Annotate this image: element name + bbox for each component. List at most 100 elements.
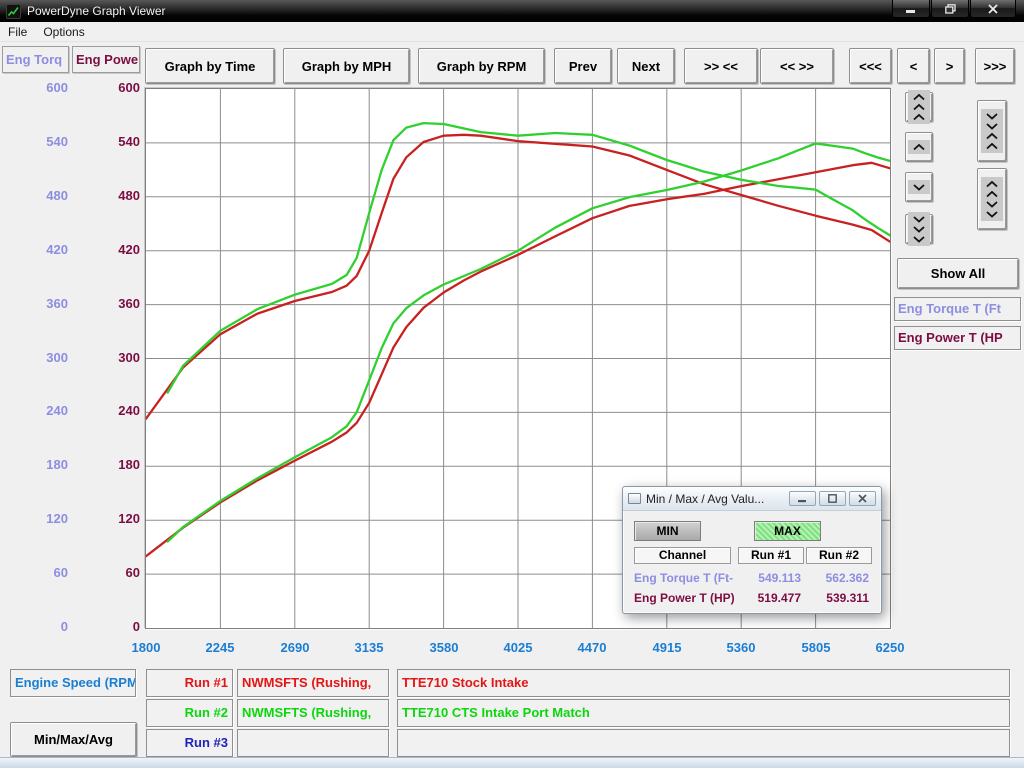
title-bar[interactable]: PowerDyne Graph Viewer (0, 0, 1024, 22)
toolbar-button-[interactable]: >>> (975, 48, 1015, 84)
chevron-up-icon (908, 140, 930, 154)
x-axis-label: 1800 (109, 640, 183, 655)
y-axis-power-label: 60 (90, 565, 140, 580)
x-axis-label: 3135 (332, 640, 406, 655)
x-axis-label: 4025 (481, 640, 555, 655)
restore-button[interactable] (931, 0, 969, 18)
legend-run-label: Run #1 (146, 669, 233, 697)
dialog-power-run2-max: 539.311 (809, 591, 869, 605)
chevron-converge-icon (981, 109, 1003, 153)
chevron-triple-up-icon (908, 90, 930, 124)
y-axis-torque-label: 300 (18, 350, 68, 365)
dialog-col-run1: Run #1 (738, 547, 804, 564)
y-axis-torque-label: 420 (18, 242, 68, 257)
menu-bar: File Options (0, 22, 1024, 42)
dialog-row-power-channel: Eng Power T (HP) (634, 591, 734, 605)
app-icon (6, 4, 21, 19)
menu-options[interactable]: Options (35, 23, 92, 41)
legend-run-label: Run #3 (146, 729, 233, 757)
toolbar-button-[interactable]: < (897, 48, 930, 84)
chevron-up-button[interactable] (905, 132, 933, 162)
x-axis-label: 4470 (555, 640, 629, 655)
toolbar-button-[interactable]: << >> (760, 48, 834, 84)
dialog-row-torque-channel: Eng Torque T (Ft- (634, 571, 734, 585)
dialog-col-run2: Run #2 (806, 547, 872, 564)
dialog-col-channel: Channel (634, 547, 731, 564)
y-axis-power-label: 120 (90, 511, 140, 526)
x-axis-label: 5360 (704, 640, 778, 655)
y-axis-torque-label: 480 (18, 188, 68, 203)
toolbar-button-graph-by-mph[interactable]: Graph by MPH (283, 48, 410, 84)
x-axis-label: 2690 (258, 640, 332, 655)
y-axis-power-label: 0 (90, 619, 140, 634)
toolbar-button-prev[interactable]: Prev (554, 48, 612, 84)
x-channel-box[interactable]: Engine Speed (RPM) (10, 669, 136, 697)
legend-comment-box: NWMSFTS (Rushing, (237, 669, 389, 697)
y-axis-torque-label: 60 (18, 565, 68, 580)
chevron-down-button[interactable] (905, 172, 933, 202)
y-axis-torque-label: 240 (18, 403, 68, 418)
toolbar-button-[interactable]: >> << (684, 48, 758, 84)
chevron-triple-up-button[interactable] (905, 92, 933, 122)
x-axis-label: 6250 (853, 640, 927, 655)
toolbar-button-graph-by-time[interactable]: Graph by Time (145, 48, 275, 84)
y-axis-power-label: 420 (90, 242, 140, 257)
minmax-dialog[interactable]: Min / Max / Avg Valu... MIN MAX Channel … (622, 486, 882, 614)
chevron-down-icon (908, 180, 930, 194)
dialog-minimize-button[interactable] (789, 491, 816, 506)
y-axis-power-label: 600 (90, 80, 140, 95)
dialog-close-button[interactable] (849, 491, 876, 506)
toolbar-button-graph-by-rpm[interactable]: Graph by RPM (418, 48, 545, 84)
dialog-icon (628, 493, 641, 504)
channel-button-power[interactable]: Eng Powe (72, 46, 140, 73)
legend-run-label: Run #2 (146, 699, 233, 727)
dialog-power-run1-max: 519.477 (741, 591, 801, 605)
legend-description-box (397, 729, 1010, 757)
y-axis-torque-label: 360 (18, 296, 68, 311)
chevron-diverge-button[interactable] (977, 168, 1007, 230)
y-axis-power-label: 480 (90, 188, 140, 203)
close-button[interactable] (970, 0, 1016, 18)
right-torque-channel-box[interactable]: Eng Torque T (Ft (894, 297, 1021, 321)
dialog-title: Min / Max / Avg Valu... (646, 492, 764, 506)
chevron-converge-button[interactable] (977, 100, 1007, 162)
dialog-maximize-button[interactable] (819, 491, 846, 506)
channel-button-torque[interactable]: Eng Torq (2, 46, 69, 73)
min-max-avg-button[interactable]: Min/Max/Avg (10, 722, 137, 757)
y-axis-power-label: 360 (90, 296, 140, 311)
toolbar-button-[interactable]: > (934, 48, 965, 84)
right-power-channel-box[interactable]: Eng Power T (HP (894, 326, 1021, 350)
y-axis-torque-label: 120 (18, 511, 68, 526)
legend-comment-box (237, 729, 389, 757)
chevron-triple-down-icon (908, 212, 930, 246)
dialog-title-bar[interactable]: Min / Max / Avg Valu... (623, 487, 881, 511)
window-title: PowerDyne Graph Viewer (27, 4, 166, 18)
dialog-torque-run2-max: 562.362 (809, 571, 869, 585)
y-axis-torque-label: 180 (18, 457, 68, 472)
toolbar-button-next[interactable]: Next (617, 48, 675, 84)
toolbar-button-[interactable]: <<< (849, 48, 892, 84)
app-window: PowerDyne Graph Viewer File Options Eng … (0, 0, 1024, 768)
y-axis-torque-label: 540 (18, 134, 68, 149)
show-all-button[interactable]: Show All (897, 258, 1019, 289)
min-button[interactable]: MIN (634, 521, 701, 541)
chevron-triple-down-button[interactable] (905, 214, 933, 244)
y-axis-power-label: 240 (90, 403, 140, 418)
minimize-button[interactable] (892, 0, 930, 18)
window-bottom-border (0, 757, 1024, 768)
y-axis-torque-label: 0 (18, 619, 68, 634)
chevron-diverge-icon (981, 177, 1003, 221)
dialog-torque-run1-max: 549.113 (741, 571, 801, 585)
x-axis-label: 5805 (779, 640, 853, 655)
y-axis-power-label: 180 (90, 457, 140, 472)
max-button[interactable]: MAX (754, 521, 821, 541)
y-axis-power-label: 540 (90, 134, 140, 149)
x-axis-label: 2245 (183, 640, 257, 655)
y-axis-torque-label: 600 (18, 80, 68, 95)
x-axis-label: 4915 (630, 640, 704, 655)
x-axis-label: 3580 (407, 640, 481, 655)
legend-comment-box: NWMSFTS (Rushing, (237, 699, 389, 727)
legend-description-box: TTE710 Stock Intake (397, 669, 1010, 697)
legend-description-box: TTE710 CTS Intake Port Match (397, 699, 1010, 727)
menu-file[interactable]: File (0, 23, 35, 41)
